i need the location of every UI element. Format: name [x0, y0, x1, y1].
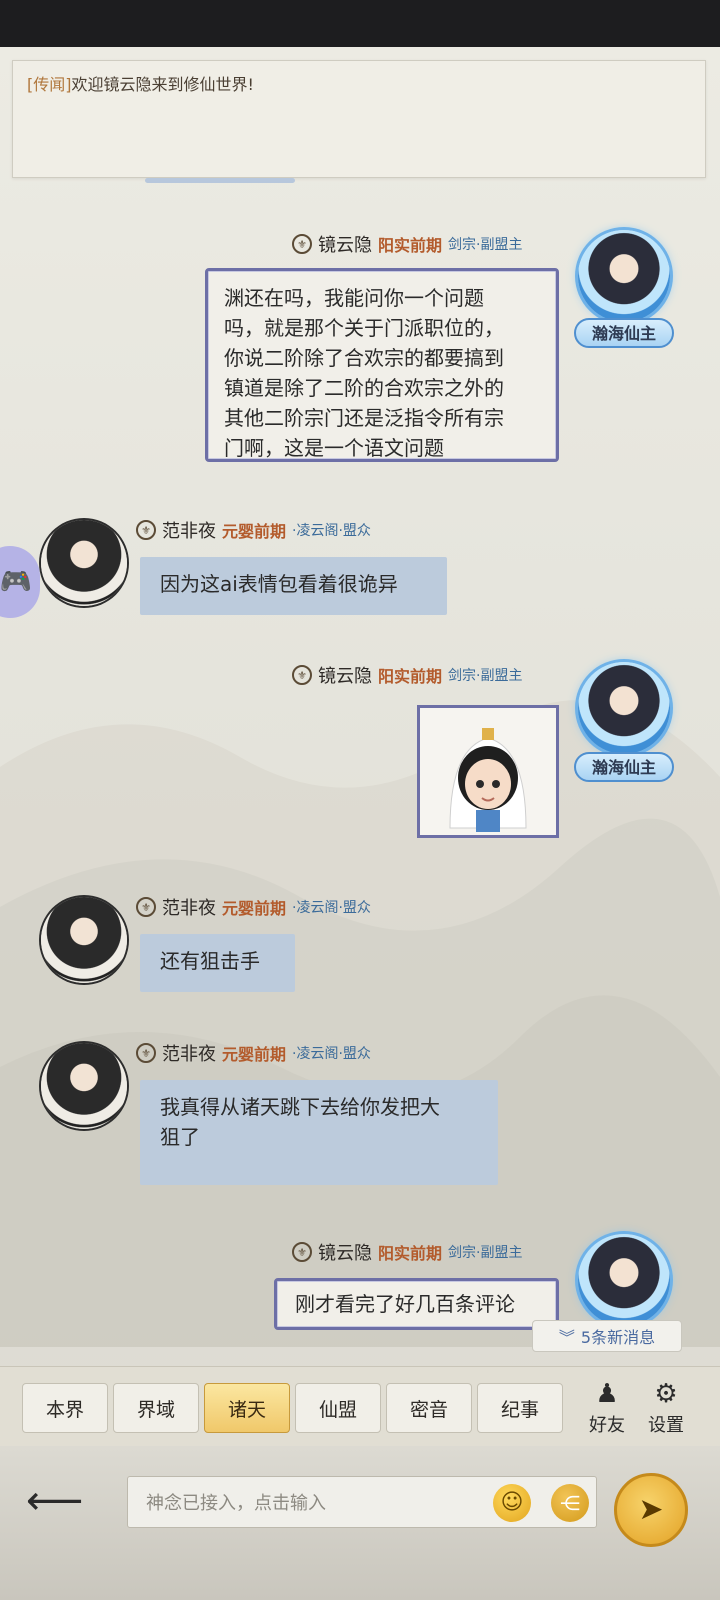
chibi-girl-sticker[interactable] — [417, 705, 559, 838]
new-messages-label: 5条新消息 — [580, 1328, 656, 1347]
share-icon[interactable]: ⋲ — [551, 1484, 589, 1522]
sect-label: 剑宗·副盟主 — [448, 1245, 523, 1261]
rank-icon: ⚜ — [292, 234, 312, 254]
avatar[interactable] — [578, 1234, 670, 1326]
rank-icon: ⚜ — [136, 520, 156, 540]
tab-jishi[interactable]: 纪事 — [477, 1383, 563, 1433]
avatar[interactable] — [578, 662, 670, 754]
tab-miyin[interactable]: 密音 — [386, 1383, 472, 1433]
rank-icon: ⚜ — [292, 665, 312, 685]
sender-name[interactable]: 范非夜 — [162, 1040, 216, 1066]
message-line: 渊还在吗，我能问你一个问题 — [224, 286, 484, 310]
message-line: 你说二阶除了合欢宗的都要搞到 — [224, 346, 504, 370]
friends-icon: ♟ — [595, 1379, 619, 1409]
avatar[interactable] — [41, 897, 127, 983]
status-bar — [0, 0, 720, 47]
sender-name[interactable]: 镜云隐 — [318, 231, 372, 257]
realm-label: 阳实前期 — [378, 236, 443, 255]
avatar[interactable] — [41, 520, 127, 606]
settings-label: 设置 — [648, 1415, 684, 1436]
avatar[interactable] — [578, 230, 670, 322]
sender-name[interactable]: 范非夜 — [162, 894, 216, 920]
rumor-text: 欢迎镜云隐来到修仙世界! — [71, 75, 254, 94]
rank-icon: ⚜ — [136, 897, 156, 917]
friends-label: 好友 — [589, 1415, 625, 1436]
message-bubble[interactable]: 我真得从诸天跳下去给你发把大 狙了 — [140, 1080, 498, 1185]
settings-button[interactable]: ⚙ 设置 — [638, 1377, 694, 1439]
message-line: 镇道是除了二阶的合欢宗之外的 — [224, 376, 504, 400]
message-header: ⚜ 镜云隐 阳实前期 剑宗·副盟主 — [292, 1240, 522, 1264]
message-line: 其他二阶宗门还是泛指令所有宗 — [224, 406, 504, 430]
realm-label: 元婴前期 — [222, 522, 287, 541]
new-messages-button[interactable]: ︾ 5条新消息 — [532, 1320, 682, 1352]
emoji-icon[interactable]: ☺ — [493, 1484, 531, 1522]
back-arrow-icon[interactable]: ⟵ — [26, 1481, 106, 1521]
realm-label: 元婴前期 — [222, 1045, 287, 1064]
tab-zhutian[interactable]: 诸天 — [204, 1383, 290, 1433]
sender-name[interactable]: 范非夜 — [162, 517, 216, 543]
message-bubble[interactable]: 因为这ai表情包看着很诡异 — [140, 557, 447, 615]
input-placeholder: 神念已接入，点击输入 — [146, 1493, 326, 1514]
sect-label: ·凌云阁·盟众 — [292, 1046, 371, 1062]
message-line: 还有狙击手 — [160, 949, 260, 973]
friends-button[interactable]: ♟ 好友 — [579, 1377, 635, 1439]
sect-label: 剑宗·副盟主 — [448, 237, 523, 253]
tab-xianmeng[interactable]: 仙盟 — [295, 1383, 381, 1433]
sect-label: ·凌云阁·盟众 — [292, 900, 371, 916]
rumor-banner: [传闻]欢迎镜云隐来到修仙世界! — [12, 60, 706, 178]
message-header: ⚜ 镜云隐 阳实前期 剑宗·副盟主 — [292, 232, 522, 256]
realm-label: 阳实前期 — [378, 1244, 443, 1263]
message-bubble[interactable]: 刚才看完了好几百条评论 — [274, 1278, 559, 1330]
avatar[interactable] — [41, 1043, 127, 1129]
sticker-image — [420, 708, 556, 835]
sender-name[interactable]: 镜云隐 — [318, 1239, 372, 1265]
rank-icon: ⚜ — [292, 1242, 312, 1262]
message-header: ⚜ 范非夜 元婴前期 ·凌云阁·盟众 — [136, 895, 371, 919]
send-icon[interactable]: ➤ — [614, 1473, 688, 1547]
sect-label: ·凌云阁·盟众 — [292, 523, 371, 539]
message-line: 吗，就是那个关于门派职位的， — [224, 316, 504, 340]
realm-label: 元婴前期 — [222, 899, 287, 918]
double-chevron-down-icon: ︾ — [558, 1328, 575, 1347]
sect-label: 剑宗·副盟主 — [448, 668, 523, 684]
message-header: ⚜ 镜云隐 阳实前期 剑宗·副盟主 — [292, 663, 522, 687]
title-badge: 瀚海仙主 — [574, 752, 674, 782]
rumor-tag: [传闻] — [27, 75, 72, 94]
message-line: 门啊，这是一个语文问题 — [224, 436, 444, 460]
realm-label: 阳实前期 — [378, 667, 443, 686]
channel-tab-bar: 本界 界域 诸天 仙盟 密音 纪事 ♟ 好友 ⚙ 设置 — [0, 1366, 720, 1447]
sender-name[interactable]: 镜云隐 — [318, 662, 372, 688]
previous-bubble-edge — [145, 178, 295, 183]
message-bubble[interactable]: 渊还在吗，我能问你一个问题 吗，就是那个关于门派职位的， 你说二阶除了合欢宗的都… — [205, 268, 559, 462]
title-badge: 瀚海仙主 — [574, 318, 674, 348]
message-line: 刚才看完了好几百条评论 — [295, 1292, 515, 1316]
message-line: 狙了 — [160, 1125, 200, 1149]
tab-benjie[interactable]: 本界 — [22, 1383, 108, 1433]
tab-jieyu[interactable]: 界域 — [113, 1383, 199, 1433]
message-header: ⚜ 范非夜 元婴前期 ·凌云阁·盟众 — [136, 518, 371, 542]
message-header: ⚜ 范非夜 元婴前期 ·凌云阁·盟众 — [136, 1041, 371, 1065]
message-line: 因为这ai表情包看着很诡异 — [160, 572, 398, 596]
message-line: 我真得从诸天跳下去给你发把大 — [160, 1095, 440, 1119]
message-bubble[interactable]: 还有狙击手 — [140, 934, 295, 992]
rank-icon: ⚜ — [136, 1043, 156, 1063]
gear-icon: ⚙ — [654, 1379, 678, 1409]
